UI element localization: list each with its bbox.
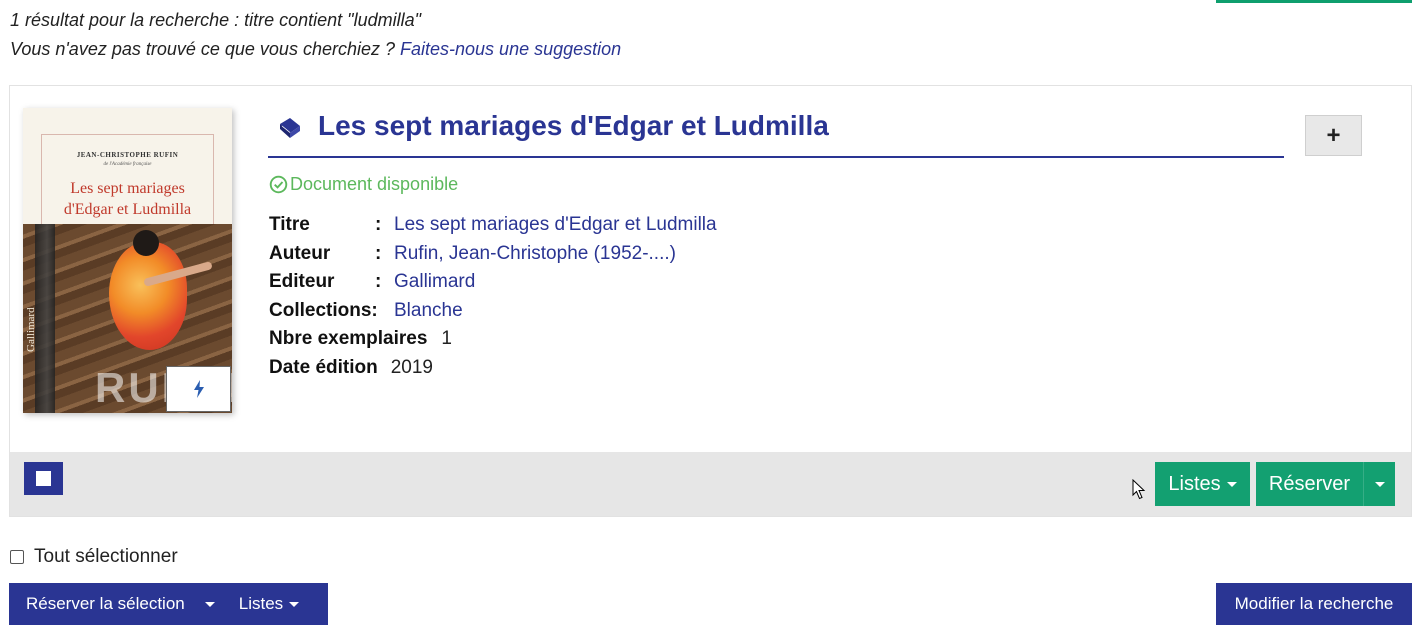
chevron-down-icon[interactable]	[204, 601, 215, 607]
meta-colon-publisher: :	[375, 271, 382, 292]
meta-value-publisher[interactable]: Gallimard	[394, 268, 475, 297]
result-select-checkbox[interactable]	[24, 462, 63, 495]
not-found-prompt: Vous n'avez pas trouvé ce que vous cherc…	[10, 39, 395, 59]
availability-text: Document disponible	[290, 174, 459, 194]
meta-value-collection[interactable]: Blanche	[394, 297, 463, 326]
result-title-row: Les sept mariages d'Edgar et Ludmilla	[268, 110, 1284, 158]
select-all-control[interactable]: Tout sélectionner	[10, 546, 178, 568]
result-card-footer: Listes Réserver	[10, 452, 1411, 516]
top-accent-bar	[1216, 0, 1412, 3]
meta-label-date: Date édition	[269, 356, 378, 378]
add-to-cart-button[interactable]: +	[1305, 115, 1362, 156]
meta-row-publisher: Editeur : Gallimard	[269, 268, 717, 297]
meta-row-author: Auteur : Rufin, Jean-Christophe (1952-..…	[269, 240, 717, 269]
meta-label-copies: Nbre exemplaires	[269, 328, 428, 349]
mouse-cursor-icon	[1132, 479, 1146, 500]
book-icon	[280, 118, 300, 138]
meta-colon-author: :	[375, 242, 382, 264]
cover-stair-rail	[35, 224, 55, 413]
chevron-down-icon	[1226, 481, 1237, 487]
bulk-actions-bar: Réserver la sélection Listes	[9, 583, 328, 625]
meta-label-author: Auteur	[269, 242, 331, 264]
modify-search-button[interactable]: Modifier la recherche	[1216, 583, 1412, 625]
chevron-down-icon	[1374, 481, 1385, 487]
chevron-down-icon	[289, 601, 300, 607]
meta-row-collection: Collections: Blanche	[269, 297, 717, 326]
cover-title-line1: Les sept mariages	[70, 180, 185, 197]
meta-label-publisher: Editeur	[269, 271, 335, 292]
meta-colon-title: :	[375, 214, 382, 235]
cover-publisher: Gallimard	[25, 307, 37, 352]
reserve-selection-button[interactable]: Réserver la sélection	[26, 594, 185, 614]
reserve-button[interactable]: Réserver	[1256, 462, 1363, 506]
reserve-button-label: Réserver	[1268, 472, 1351, 495]
meta-row-title: Titre : Les sept mariages d'Edgar et Lud…	[269, 211, 717, 240]
meta-value-title[interactable]: Les sept mariages d'Edgar et Ludmilla	[394, 211, 717, 240]
result-title-link[interactable]: Les sept mariages d'Edgar et Ludmilla	[318, 110, 829, 142]
bulk-lists-button[interactable]: Listes	[239, 594, 283, 614]
result-card: JEAN-CHRISTOPHE RUFIN de l'Académie fran…	[9, 85, 1412, 517]
suggestion-link[interactable]: Faites-nous une suggestion	[400, 39, 621, 59]
suggestion-line: Vous n'avez pas trouvé ce que vous cherc…	[10, 35, 621, 64]
meta-value-date: 2019	[390, 356, 434, 378]
check-circle-icon	[269, 175, 288, 194]
select-all-checkbox[interactable]	[10, 550, 24, 564]
lightning-icon	[193, 380, 204, 398]
cover-dress-figure	[109, 242, 187, 350]
lists-button-label: Listes	[1168, 472, 1221, 495]
select-all-label: Tout sélectionner	[34, 546, 178, 567]
meta-label-title: Titre	[269, 214, 310, 235]
cover-author: JEAN-CHRISTOPHE RUFIN	[76, 151, 179, 159]
result-metadata: Titre : Les sept mariages d'Edgar et Lud…	[269, 211, 717, 382]
meta-value-author[interactable]: Rufin, Jean-Christophe (1952-....)	[394, 240, 676, 269]
meta-row-date: Date édition 2019	[269, 354, 717, 383]
meta-label-collection: Collections:	[269, 299, 378, 321]
quick-view-button[interactable]	[166, 366, 231, 412]
cover-title: Les sept mariages d'Edgar et Ludmilla	[23, 178, 232, 220]
search-summary: 1 résultat pour la recherche : titre con…	[10, 6, 621, 64]
result-count-text: 1 résultat pour la recherche : titre con…	[10, 10, 421, 30]
cover-title-line2: d'Edgar et Ludmilla	[63, 201, 192, 218]
availability-status: Document disponible	[269, 174, 458, 195]
checkbox-square-icon	[36, 471, 51, 486]
reserve-options-button[interactable]	[1363, 462, 1395, 506]
meta-value-copies: 1	[441, 328, 452, 349]
lists-dropdown-button[interactable]: Listes	[1155, 462, 1250, 506]
cover-figure-head	[133, 230, 159, 256]
cover-academy: de l'Académie française	[103, 162, 152, 167]
meta-row-copies: Nbre exemplaires 1	[269, 325, 717, 354]
